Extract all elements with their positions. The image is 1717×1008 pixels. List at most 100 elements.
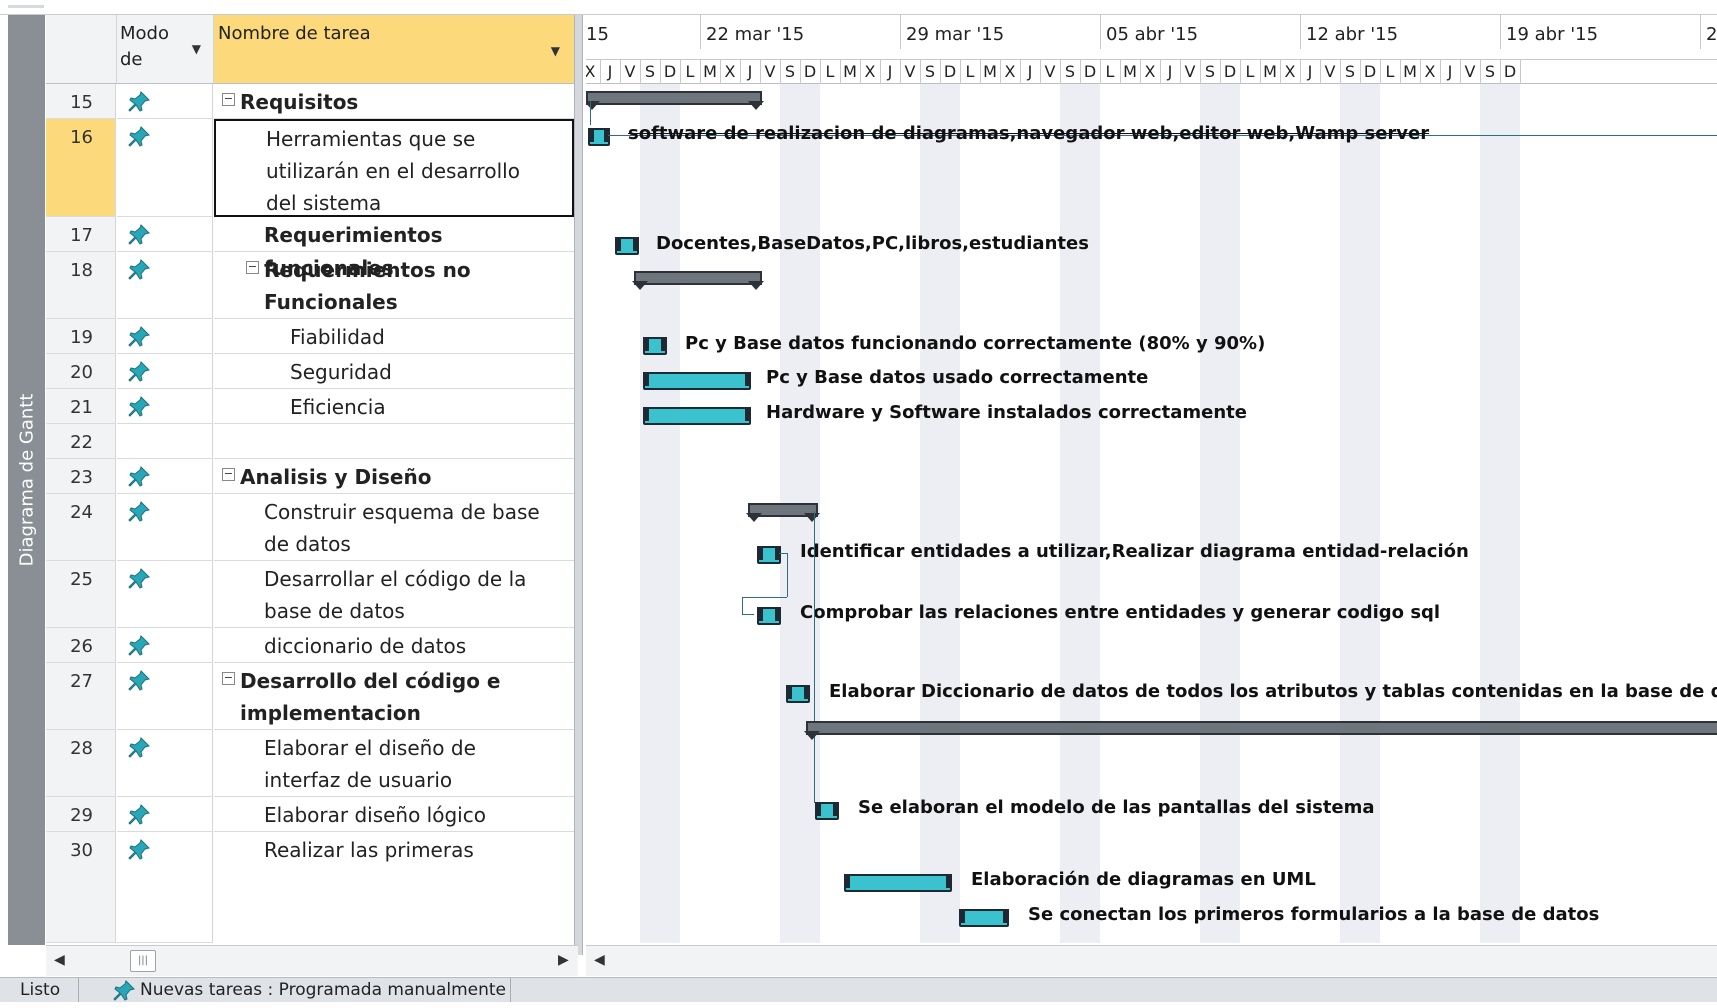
task-mode-cell[interactable] xyxy=(117,84,213,119)
task-bar[interactable] xyxy=(757,607,781,625)
new-tasks-mode[interactable]: Nuevas tareas : Programada manualmente xyxy=(140,980,506,1000)
task-mode-cell[interactable] xyxy=(117,832,213,943)
bar-label: Se conectan los primeros formularios a l… xyxy=(1028,904,1600,925)
chevron-down-icon[interactable]: ▼ xyxy=(192,42,201,56)
task-name-cell[interactable]: Herramientas que se utilizarán en el des… xyxy=(214,119,574,217)
table-row[interactable]: 29 Elaborar diseño lógico xyxy=(46,797,574,832)
table-row[interactable]: 22 xyxy=(46,424,574,459)
scroll-right-icon[interactable]: ▶ xyxy=(558,952,569,968)
task-mode-cell[interactable] xyxy=(117,663,213,730)
task-mode-cell[interactable] xyxy=(117,459,213,494)
timescale-day: X xyxy=(860,60,881,84)
timescale-day: D xyxy=(800,60,821,84)
task-mode-cell[interactable] xyxy=(117,119,213,217)
task-name-cell[interactable]: − Analisis y Diseño xyxy=(214,459,574,494)
view-bar[interactable]: Diagrama de Gantt xyxy=(8,15,45,945)
collapse-icon[interactable]: − xyxy=(246,261,259,274)
task-bar[interactable] xyxy=(815,802,839,820)
task-bar[interactable] xyxy=(844,874,952,892)
timescale-day: L xyxy=(960,60,981,84)
summary-bar[interactable] xyxy=(746,503,820,522)
task-bar[interactable] xyxy=(643,372,751,390)
task-name-cell[interactable]: Eficiencia xyxy=(214,389,574,424)
summary-bar[interactable] xyxy=(804,721,1717,740)
task-name-cell[interactable]: Construir esquema de base de datos xyxy=(214,494,574,561)
task-name-cell[interactable]: Requerimientos funcionales xyxy=(214,217,574,280)
summary-bar[interactable] xyxy=(632,271,764,290)
select-all-corner[interactable] xyxy=(46,15,117,84)
table-row[interactable]: 25 Desarrollar el código de la base de d… xyxy=(46,561,574,628)
pin-icon xyxy=(127,838,151,862)
task-name-cell[interactable]: Elaborar diseño lógico xyxy=(214,797,574,832)
table-row[interactable]: 24 Construir esquema de base de datos xyxy=(46,494,574,561)
scroll-thumb[interactable]: ||| xyxy=(130,950,156,972)
table-row[interactable]: 30 Realizar las primeras xyxy=(46,832,574,943)
task-mode-cell[interactable] xyxy=(117,424,213,459)
task-mode-cell[interactable] xyxy=(117,494,213,561)
table-row[interactable]: 26 diccionario de datos xyxy=(46,628,574,663)
table-row[interactable]: 15 − Requisitos xyxy=(46,84,574,119)
task-bar[interactable] xyxy=(615,237,639,255)
task-bar[interactable] xyxy=(588,128,610,146)
timescale-day: X xyxy=(586,60,601,84)
task-bar[interactable] xyxy=(643,337,667,355)
table-row[interactable]: 20 Seguridad xyxy=(46,354,574,389)
task-name-cell[interactable]: Realizar las primeras xyxy=(214,832,574,943)
table-horizontal-scrollbar[interactable]: ◀ ||| ▶ xyxy=(46,945,578,976)
summary-bar[interactable] xyxy=(586,91,764,110)
task-bar[interactable] xyxy=(959,909,1009,927)
task-mode-cell[interactable] xyxy=(117,217,213,252)
task-name-cell[interactable]: Elaborar el diseño de interfaz de usuari… xyxy=(214,730,574,797)
task-name-cell[interactable]: diccionario de datos xyxy=(214,628,574,663)
task-name-cell[interactable]: Fiabilidad xyxy=(214,319,574,354)
task-name-cell[interactable]: − Requisitos xyxy=(214,84,574,119)
task-name-cell[interactable]: Desarrollar el código de la base de dato… xyxy=(214,561,574,628)
table-row[interactable]: 19 Fiabilidad xyxy=(46,319,574,354)
task-mode-cell[interactable] xyxy=(117,797,213,832)
scroll-left-icon[interactable]: ◀ xyxy=(54,952,65,968)
link-line xyxy=(742,597,787,598)
task-mode-cell[interactable] xyxy=(117,628,213,663)
scroll-left-icon[interactable]: ◀ xyxy=(594,952,605,968)
collapse-icon[interactable]: − xyxy=(222,93,235,106)
chevron-down-icon[interactable]: ▼ xyxy=(551,44,560,58)
task-name-cell[interactable] xyxy=(214,424,574,459)
pin-icon xyxy=(127,803,151,827)
gantt-horizontal-scrollbar[interactable]: ◀ xyxy=(586,945,1717,976)
nonworking-day-shade xyxy=(1480,83,1500,943)
pin-icon xyxy=(127,736,151,760)
nonworking-day-shade xyxy=(1500,83,1520,943)
timescale-day: M xyxy=(700,60,721,84)
timescale-day: S xyxy=(1060,60,1081,84)
collapse-icon[interactable]: − xyxy=(222,672,235,685)
table-row[interactable]: 16 Herramientas que se utilizarán en el … xyxy=(46,119,574,217)
task-mode-cell[interactable] xyxy=(117,354,213,389)
task-name-cell[interactable]: − Desarrollo del código e implementacion xyxy=(214,663,574,730)
table-row[interactable]: 27 − Desarrollo del código e implementac… xyxy=(46,663,574,730)
column-header-task-name[interactable]: Nombre de tarea ▼ xyxy=(214,15,574,84)
gantt-chart[interactable]: 15 22 mar '15 29 mar '15 05 abr '15 12 a… xyxy=(586,15,1717,943)
task-name-cell[interactable]: Seguridad xyxy=(214,354,574,389)
task-mode-cell[interactable] xyxy=(117,319,213,354)
table-row[interactable]: 17 Requerimientos funcionales xyxy=(46,217,574,280)
timescale-day: L xyxy=(1100,60,1121,84)
bar-label: Identificar entidades a utilizar,Realiza… xyxy=(800,541,1469,562)
table-row[interactable]: 18 − Requermientos no Funcionales xyxy=(46,252,574,319)
link-line xyxy=(742,597,743,614)
table-row[interactable]: 28 Elaborar el diseño de interfaz de usu… xyxy=(46,730,574,797)
task-name: Fiabilidad xyxy=(290,325,385,349)
table-row[interactable]: 21 Eficiencia xyxy=(46,389,574,424)
column-header-mode[interactable]: Modo de ▼ xyxy=(117,15,214,84)
task-bar[interactable] xyxy=(786,685,810,703)
task-mode-cell[interactable] xyxy=(117,252,213,319)
task-mode-cell[interactable] xyxy=(117,561,213,628)
task-bar[interactable] xyxy=(643,407,751,425)
task-name-cell[interactable]: − Requermientos no Funcionales xyxy=(214,252,574,319)
collapse-icon[interactable]: − xyxy=(222,468,235,481)
timescale-day: J xyxy=(880,60,901,84)
table-row[interactable]: 23 − Analisis y Diseño xyxy=(46,459,574,494)
task-mode-cell[interactable] xyxy=(117,730,213,797)
task-bar[interactable] xyxy=(757,546,781,564)
pane-splitter[interactable] xyxy=(574,15,583,955)
task-mode-cell[interactable] xyxy=(117,389,213,424)
